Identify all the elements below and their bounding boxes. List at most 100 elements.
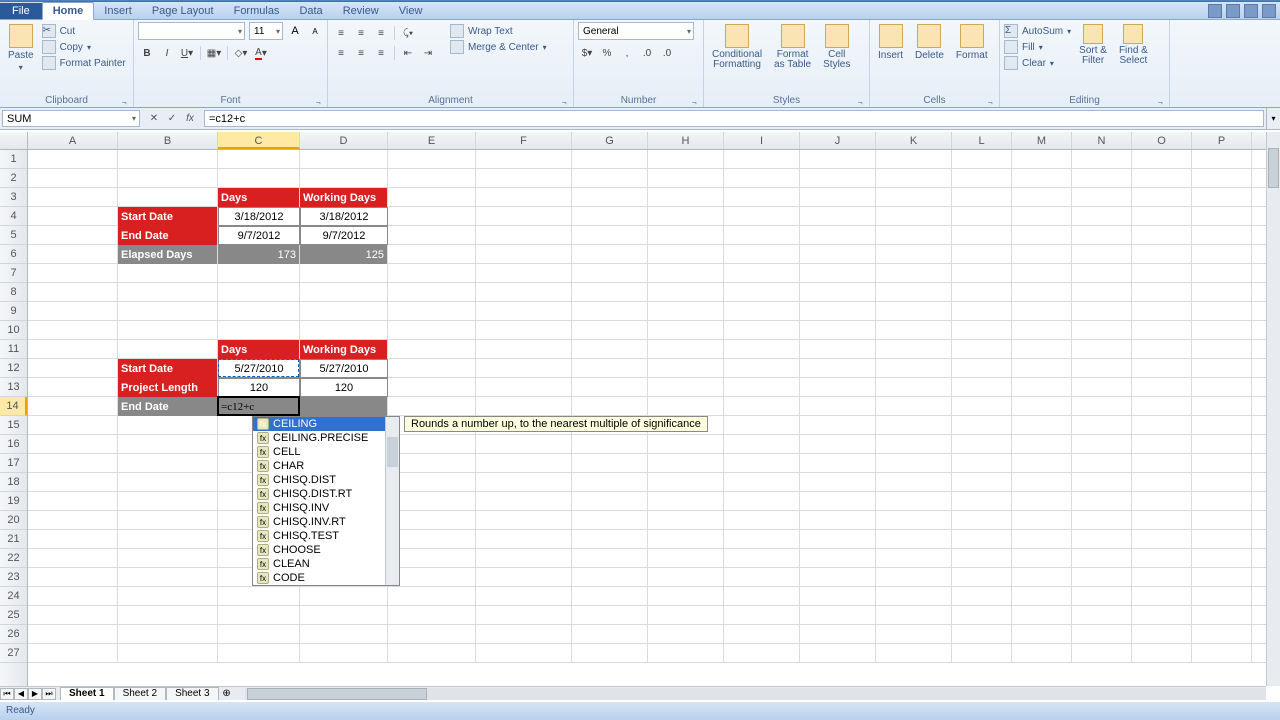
cell[interactable] [1012,226,1072,245]
cell[interactable] [1192,397,1252,416]
cell[interactable] [876,169,952,188]
autocomplete-item[interactable]: fxCODE [253,571,399,585]
font-name-combo[interactable] [138,22,245,40]
cell[interactable] [1072,226,1132,245]
cell[interactable] [118,549,218,568]
bold-button[interactable]: B [138,44,156,62]
cell[interactable] [1012,587,1072,606]
row-header-21[interactable]: 21 [0,530,27,549]
cell[interactable] [476,302,572,321]
cell[interactable] [800,245,876,264]
cell[interactable] [1132,302,1192,321]
autocomplete-item[interactable]: fxCHOOSE [253,543,399,557]
cell[interactable] [648,264,724,283]
cell[interactable] [724,207,800,226]
row-header-7[interactable]: 7 [0,264,27,283]
cell[interactable] [388,644,476,663]
align-bottom-button[interactable]: ≡ [372,24,390,42]
cell[interactable] [952,644,1012,663]
cell[interactable] [1192,283,1252,302]
cell[interactable] [1012,549,1072,568]
cell[interactable] [952,625,1012,644]
cell[interactable] [724,169,800,188]
col-header-m[interactable]: M [1012,132,1072,149]
cell[interactable] [28,378,118,397]
cell[interactable] [724,150,800,169]
row-header-12[interactable]: 12 [0,359,27,378]
cell[interactable] [876,568,952,587]
cell[interactable] [572,644,648,663]
row-header-4[interactable]: 4 [0,207,27,226]
cell[interactable] [876,226,952,245]
currency-button[interactable]: $▾ [578,44,596,62]
cell[interactable] [388,625,476,644]
cell[interactable] [1072,378,1132,397]
cell[interactable] [476,606,572,625]
cell[interactable] [572,340,648,359]
select-all-corner[interactable] [0,132,28,149]
cell[interactable] [572,397,648,416]
cell[interactable] [876,283,952,302]
cell[interactable] [476,340,572,359]
cell[interactable] [476,359,572,378]
cell[interactable] [476,644,572,663]
cell[interactable] [724,473,800,492]
cell[interactable] [476,150,572,169]
cell[interactable] [28,264,118,283]
cell[interactable]: End Date [118,397,218,416]
cell[interactable] [118,511,218,530]
cell[interactable] [28,606,118,625]
tab-review[interactable]: Review [333,3,389,19]
cell[interactable] [1132,492,1192,511]
cell[interactable] [648,207,724,226]
cell[interactable] [724,530,800,549]
cell[interactable]: 120 [300,378,388,397]
cell[interactable] [800,568,876,587]
cell[interactable] [1132,207,1192,226]
cell[interactable] [388,188,476,207]
grow-font-button[interactable]: A [287,22,303,40]
cell[interactable] [1132,625,1192,644]
cell[interactable] [388,606,476,625]
cell[interactable] [876,321,952,340]
cell[interactable] [28,359,118,378]
cell[interactable] [724,188,800,207]
cell[interactable] [118,302,218,321]
cell[interactable] [300,587,388,606]
cell[interactable] [28,625,118,644]
cell[interactable] [572,511,648,530]
cell[interactable] [1012,435,1072,454]
cell[interactable] [1012,150,1072,169]
vertical-scrollbar[interactable] [1266,132,1280,686]
cell[interactable] [1192,549,1252,568]
cell[interactable] [1192,625,1252,644]
cell[interactable] [724,454,800,473]
cell[interactable] [952,568,1012,587]
row-header-2[interactable]: 2 [0,169,27,188]
cell[interactable] [724,511,800,530]
cell[interactable] [1132,359,1192,378]
cell[interactable] [572,454,648,473]
cell[interactable] [648,492,724,511]
cell[interactable] [572,283,648,302]
row-header-3[interactable]: 3 [0,188,27,207]
cell[interactable] [118,492,218,511]
cell[interactable] [476,397,572,416]
cell[interactable] [572,264,648,283]
cell[interactable] [388,473,476,492]
col-header-l[interactable]: L [952,132,1012,149]
cell[interactable] [28,549,118,568]
delete-cells-button[interactable]: Delete [911,22,948,63]
cell[interactable] [388,169,476,188]
cell[interactable] [1132,188,1192,207]
formula-input[interactable]: =c12+c [204,110,1264,127]
format-as-table-button[interactable]: Format as Table [770,22,815,72]
cell[interactable] [1192,492,1252,511]
cell[interactable] [724,568,800,587]
cell[interactable] [476,321,572,340]
cell[interactable] [1072,359,1132,378]
cell[interactable] [952,435,1012,454]
cell[interactable] [388,587,476,606]
cell[interactable] [876,150,952,169]
cell[interactable] [1192,150,1252,169]
